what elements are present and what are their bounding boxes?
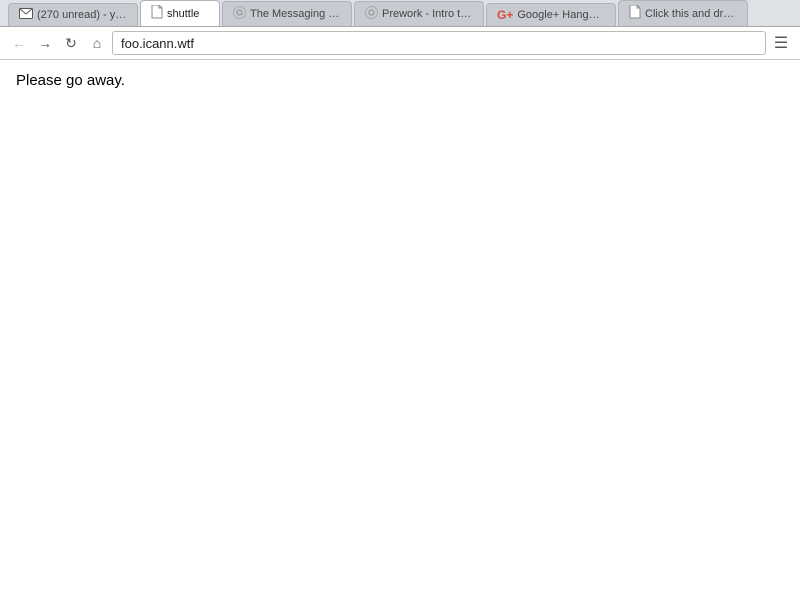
page-icon xyxy=(629,5,641,22)
forward-button[interactable]: → xyxy=(34,32,56,54)
mail-icon xyxy=(19,8,33,22)
tab-label: Click this and drag t xyxy=(645,8,737,20)
browser-tab-tab-messaging[interactable]: The Messaging 2014 xyxy=(222,1,352,26)
page-icon xyxy=(151,5,163,22)
tab-label: Prework - Intro to A xyxy=(382,8,473,20)
chrome-icon xyxy=(365,6,378,22)
browser-tab-tab-hangouts[interactable]: G+ Google+ Hangouts - xyxy=(486,3,616,26)
tab-label: Google+ Hangouts - xyxy=(517,9,605,21)
tab-label: The Messaging 2014 xyxy=(250,8,341,20)
chrome-icon xyxy=(233,6,246,22)
browser-tab-tab-gmail[interactable]: (270 unread) - yzhu xyxy=(8,3,138,26)
google-plus-icon: G+ xyxy=(497,8,513,22)
menu-button[interactable]: ☰ xyxy=(770,32,792,54)
nav-bar: ← → ↻ ⌂ ☰ xyxy=(0,26,800,60)
reload-button[interactable]: ↻ xyxy=(60,32,82,54)
home-button[interactable]: ⌂ xyxy=(86,32,108,54)
browser-window: (270 unread) - yzhu shuttle The Messagin… xyxy=(0,0,800,596)
browser-tab-tab-drag[interactable]: Click this and drag t xyxy=(618,0,748,26)
browser-tab-tab-prework[interactable]: Prework - Intro to A xyxy=(354,1,484,26)
tab-bar: (270 unread) - yzhu shuttle The Messagin… xyxy=(0,0,800,26)
browser-tab-tab-shuttle[interactable]: shuttle xyxy=(140,0,220,26)
tab-label: (270 unread) - yzhu xyxy=(37,9,127,21)
page-content: Please go away. xyxy=(0,60,800,596)
back-button[interactable]: ← xyxy=(8,32,30,54)
page-body-text: Please go away. xyxy=(16,72,125,89)
tab-label: shuttle xyxy=(167,8,199,20)
address-bar[interactable] xyxy=(112,31,766,55)
